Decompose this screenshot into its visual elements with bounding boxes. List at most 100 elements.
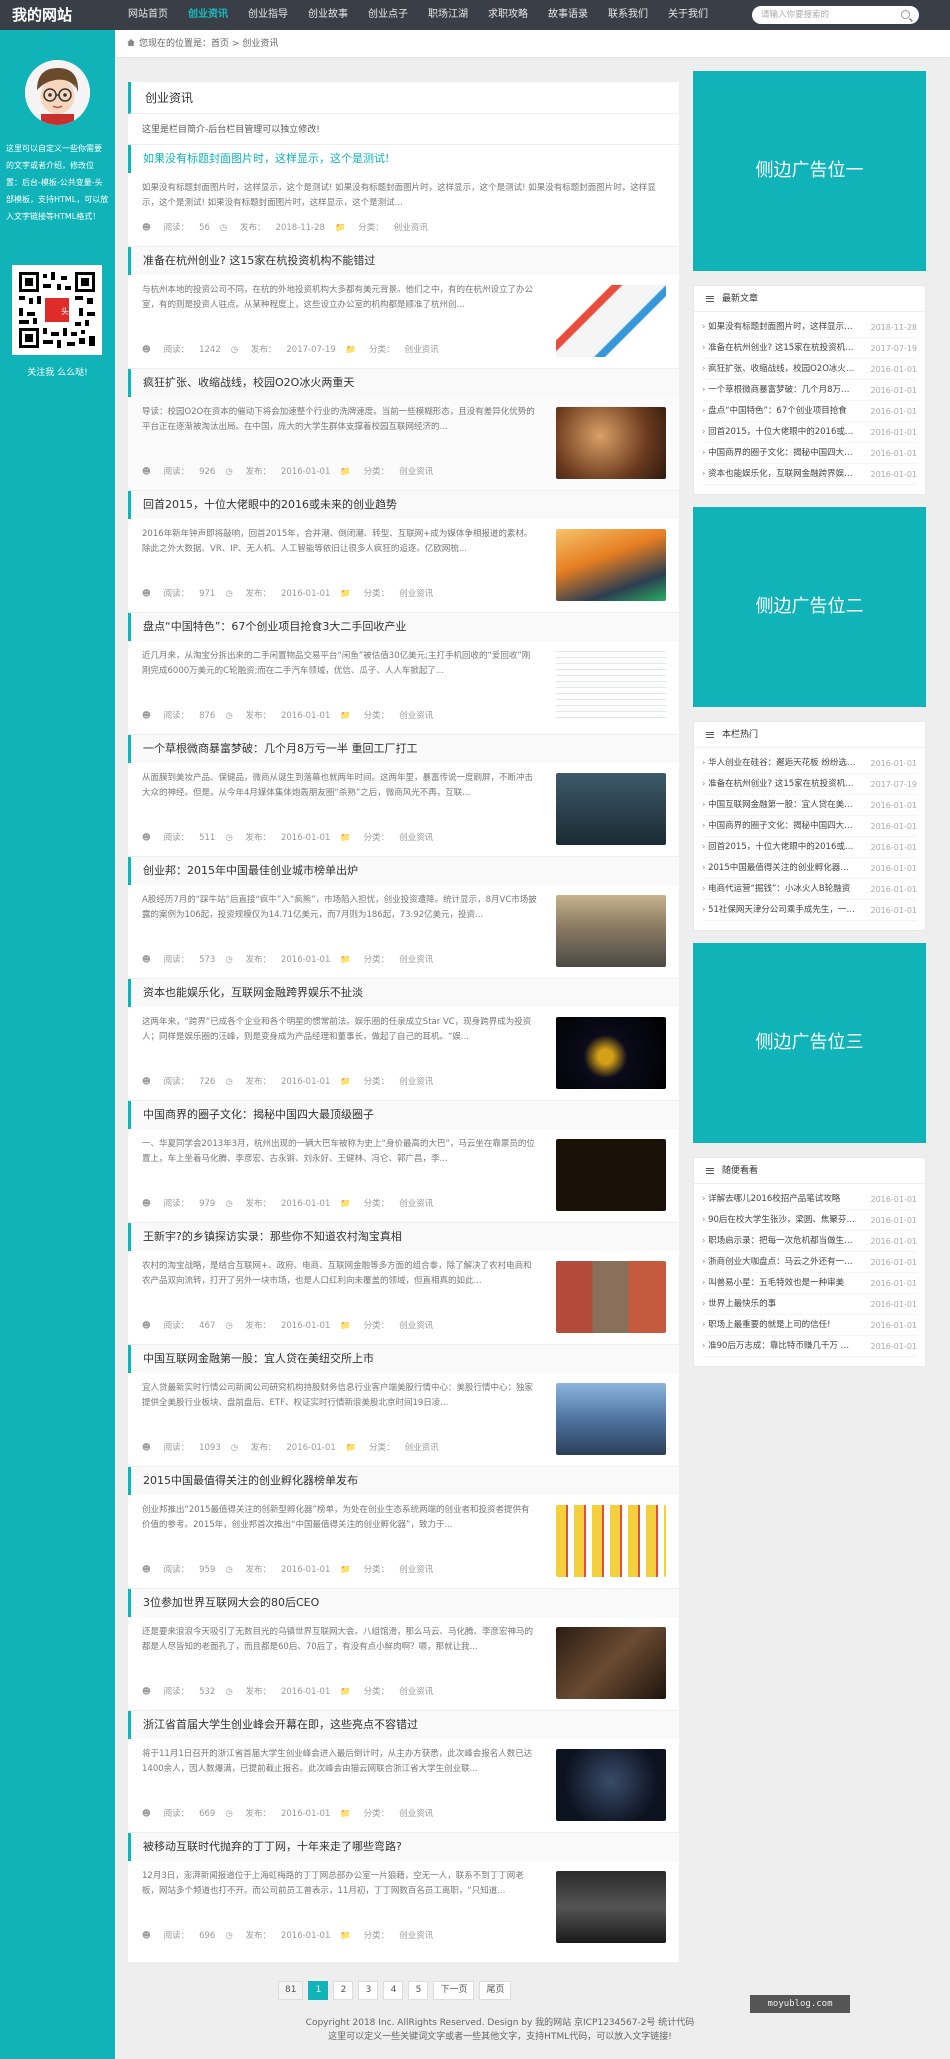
article-title-link[interactable]: 中国商界的圈子文化：揭秘中国四大最顶级圈子 (128, 1101, 679, 1129)
article-title-link[interactable]: 回首2015，十位大佬眼中的2016或未来的创业趋势 (128, 491, 679, 519)
widget-item-title[interactable]: 中国互联网金融第一股：宜人贷在美纽交所上市 (702, 795, 857, 815)
article-title-link[interactable]: 准备在杭州创业? 这15家在杭投资机构不能错过 (128, 247, 679, 275)
article-title-link[interactable]: 被移动互联时代抛弃的丁丁网，十年来走了哪些弯路? (128, 1833, 679, 1861)
article-title-link[interactable]: 浙江省首届大学生创业峰会开幕在即，这些亮点不容错过 (128, 1711, 679, 1739)
widget-item-title[interactable]: 世界上最快乐的事 (702, 1294, 857, 1314)
conference-thumb[interactable] (556, 1749, 666, 1821)
widget-list-item[interactable]: 准90后万志成：靠比特币赚几千万 现在... 2016-01-01 (702, 1336, 917, 1357)
widget-list-item[interactable]: 51社保网天津分公司乘手成先生，一位创业者 2016-01-01 (702, 900, 917, 921)
table-thumb[interactable] (556, 651, 666, 723)
article-title-link[interactable]: 3位参加世界互联网大会的80后CEO (128, 1589, 679, 1617)
category-link[interactable]: 创业资讯 (405, 1443, 439, 1453)
sidebar-ad-1[interactable]: 侧边广告位一 (693, 71, 926, 271)
widget-item-title[interactable]: 回首2015，十位大佬眼中的2016或未来 (702, 422, 857, 442)
widget-item-title[interactable]: 准90后万志成：靠比特币赚几千万 现在... (702, 1336, 857, 1356)
city-thumb[interactable] (556, 895, 666, 967)
nav-item-quotes[interactable]: 故事语录 (538, 0, 598, 30)
category-link[interactable]: 创业资讯 (399, 1931, 433, 1941)
widget-list-item[interactable]: 回首2015，十位大佬眼中的2016或未来 2016-01-01 (702, 837, 917, 858)
widget-list-item[interactable]: 职场启示录：把每一次危机都当做生命中的 2016-01-01 (702, 1231, 917, 1252)
widget-item-title[interactable]: 职场启示录：把每一次危机都当做生命中的 (702, 1231, 857, 1251)
village-thumb[interactable] (556, 1261, 666, 1333)
article-title-link[interactable]: 盘点“中国特色”：67个创业项目抢食3大二手回收产业 (128, 613, 679, 641)
nav-item-news[interactable]: 创业资讯 (178, 0, 238, 30)
article-title-link[interactable]: 中国互联网金融第一股：宜人贷在美纽交所上市 (128, 1345, 679, 1373)
widget-list-item[interactable]: 中国商界的圈子文化：揭秘中国四大最顶级圈子 2016-01-01 (702, 443, 917, 464)
widget-list-item[interactable]: 准备在杭州创业? 这15家在杭投资机构不能错过 2017-07-19 (702, 338, 917, 359)
widget-item-title[interactable]: 51社保网天津分公司乘手成先生，一位创业者 (702, 900, 857, 920)
widget-list-item[interactable]: 一个草根微商暴富梦破：几个月8万亏一半 2016-01-01 (702, 380, 917, 401)
widget-item-title[interactable]: 中国商界的圈子文化：揭秘中国四大最顶级圈子 (702, 816, 857, 836)
widget-list-item[interactable]: 疯狂扩张、收缩战线，校园O2O冰火两重天 2016-01-01 (702, 359, 917, 380)
article-title-link[interactable]: 疯狂扩张、收缩战线，校园O2O冰火两重天 (128, 369, 679, 397)
article-title-link[interactable]: 一个草根微商暴富梦破：几个月8万亏一半 重回工厂打工 (128, 735, 679, 763)
page-3-link[interactable]: 3 (358, 1981, 379, 2000)
nav-item-jobs[interactable]: 求职攻略 (478, 0, 538, 30)
page-2-link[interactable]: 2 (333, 1981, 354, 2000)
nyse-thumb[interactable] (556, 1383, 666, 1455)
widget-list-item[interactable]: 职场上最重要的就是上司的信任! 2016-01-01 (702, 1315, 917, 1336)
widget-list-item[interactable]: 详解去哪儿2016校招产品笔试攻略 2016-01-01 (702, 1189, 917, 1210)
nav-item-guide[interactable]: 创业指导 (238, 0, 298, 30)
breadcrumb-home-link[interactable]: 首页 (211, 39, 229, 49)
widget-list-item[interactable]: 90后在校大学生张沙，梁圆、焦聚芬：创业 2016-01-01 (702, 1210, 917, 1231)
article-title-link[interactable]: 资本也能娱乐化，互联网金融跨界娱乐不扯淡 (128, 979, 679, 1007)
widget-item-title[interactable]: 华人创业在硅谷：邂逅天花板 纷纷选择创业 (702, 753, 857, 773)
widget-list-item[interactable]: 中国互联网金融第一股：宜人贷在美纽交所上市 2016-01-01 (702, 795, 917, 816)
widget-list-item[interactable]: 资本也能娱乐化，互联网金融跨界娱乐不扯淡 2016-01-01 (702, 464, 917, 485)
search-icon[interactable] (901, 10, 910, 19)
office-thumb[interactable] (556, 1871, 666, 1943)
category-link[interactable]: 创业资讯 (399, 589, 433, 599)
category-link[interactable]: 创业资讯 (399, 711, 433, 721)
widget-list-item[interactable]: 如果没有标题封面图片时，这样显示，这个是测试! 2018-11-28 (702, 317, 917, 338)
widget-list-item[interactable]: 电商代运营“掘钱”：小冰火人B轮融资 2016-01-01 (702, 879, 917, 900)
wechat-lost-thumb[interactable] (556, 773, 666, 845)
widget-item-title[interactable]: 准备在杭州创业? 这15家在杭投资机构不能错过 (702, 774, 857, 794)
road-sign-thumb[interactable] (556, 529, 666, 601)
widget-item-title[interactable]: 详解去哪儿2016校招产品笔试攻略 (702, 1189, 857, 1209)
widget-item-title[interactable]: 资本也能娱乐化，互联网金融跨界娱乐不扯淡 (702, 464, 857, 484)
club-logo-thumb[interactable] (556, 1139, 666, 1211)
widget-item-title[interactable]: 电商代运营“掘钱”：小冰火人B轮融资 (702, 879, 857, 899)
category-link[interactable]: 创业资讯 (399, 1077, 433, 1087)
widget-item-title[interactable]: 90后在校大学生张沙，梁圆、焦聚芬：创业 (702, 1210, 857, 1230)
widget-list-item[interactable]: 准备在杭州创业? 这15家在杭投资机构不能错过 2017-07-19 (702, 774, 917, 795)
widget-item-title[interactable]: 职场上最重要的就是上司的信任! (702, 1315, 857, 1335)
page-5-link[interactable]: 5 (408, 1981, 429, 2000)
sidebar-ad-3[interactable]: 侧边广告位三 (693, 943, 926, 1143)
sidebar-ad-2[interactable]: 侧边广告位二 (693, 507, 926, 707)
nav-item-ideas[interactable]: 创业点子 (358, 0, 418, 30)
article-title-link[interactable]: 2015中国最值得关注的创业孵化器榜单发布 (128, 1467, 679, 1495)
article-title-link[interactable]: 王新宇?的乡镇探访实录：那些你不知道农村淘宝真相 (128, 1223, 679, 1251)
widget-list-item[interactable]: 2015中国最值得关注的创业孵化器榜单发布 2016-01-01 (702, 858, 917, 879)
widget-item-title[interactable]: 浙商创业大咖盘点：马云之外还有一批大佬 (702, 1252, 857, 1272)
search-input[interactable]: 请输入你要搜索的 (752, 6, 919, 24)
breadcrumb-current-link[interactable]: 创业资讯 (242, 39, 278, 49)
page-4-link[interactable]: 4 (383, 1981, 404, 2000)
category-link[interactable]: 创业资讯 (405, 345, 439, 355)
page-1-link[interactable]: 1 (308, 1981, 329, 2000)
widget-item-title[interactable]: 准备在杭州创业? 这15家在杭投资机构不能错过 (702, 338, 857, 358)
category-link[interactable]: 创业资讯 (399, 1687, 433, 1697)
party-thumb[interactable] (556, 407, 666, 479)
widget-list-item[interactable]: 浙商创业大咖盘点：马云之外还有一批大佬 2016-01-01 (702, 1252, 917, 1273)
widget-list-item[interactable]: 盘点“中国特色”：67个创业项目抢食 2016-01-01 (702, 401, 917, 422)
chart-table-thumb[interactable] (556, 1505, 666, 1577)
widget-item-title[interactable]: 叫兽易小星：五毛特效也是一种审美 (702, 1273, 857, 1293)
widget-item-title[interactable]: 2015中国最值得关注的创业孵化器榜单发布 (702, 858, 857, 878)
nav-item-workplace[interactable]: 职场江湖 (418, 0, 478, 30)
category-link[interactable]: 创业资讯 (399, 1321, 433, 1331)
widget-list-item[interactable]: 回首2015，十位大佬眼中的2016或未来 2016-01-01 (702, 422, 917, 443)
widget-item-title[interactable]: 一个草根微商暴富梦破：几个月8万亏一半 (702, 380, 857, 400)
nav-item-stories[interactable]: 创业故事 (298, 0, 358, 30)
category-link[interactable]: 创业资讯 (399, 1565, 433, 1575)
category-link[interactable]: 创业资讯 (399, 1199, 433, 1209)
last-page-link[interactable]: 尾页 (479, 1981, 512, 2000)
nav-item-contact[interactable]: 联系我们 (598, 0, 658, 30)
nav-item-about[interactable]: 关于我们 (658, 0, 718, 30)
widget-item-title[interactable]: 疯狂扩张、收缩战线，校园O2O冰火两重天 (702, 359, 857, 379)
widget-item-title[interactable]: 盘点“中国特色”：67个创业项目抢食 (702, 401, 857, 421)
widget-list-item[interactable]: 中国商界的圈子文化：揭秘中国四大最顶级圈子 2016-01-01 (702, 816, 917, 837)
category-link[interactable]: 创业资讯 (394, 223, 428, 233)
category-link[interactable]: 创业资讯 (399, 955, 433, 965)
